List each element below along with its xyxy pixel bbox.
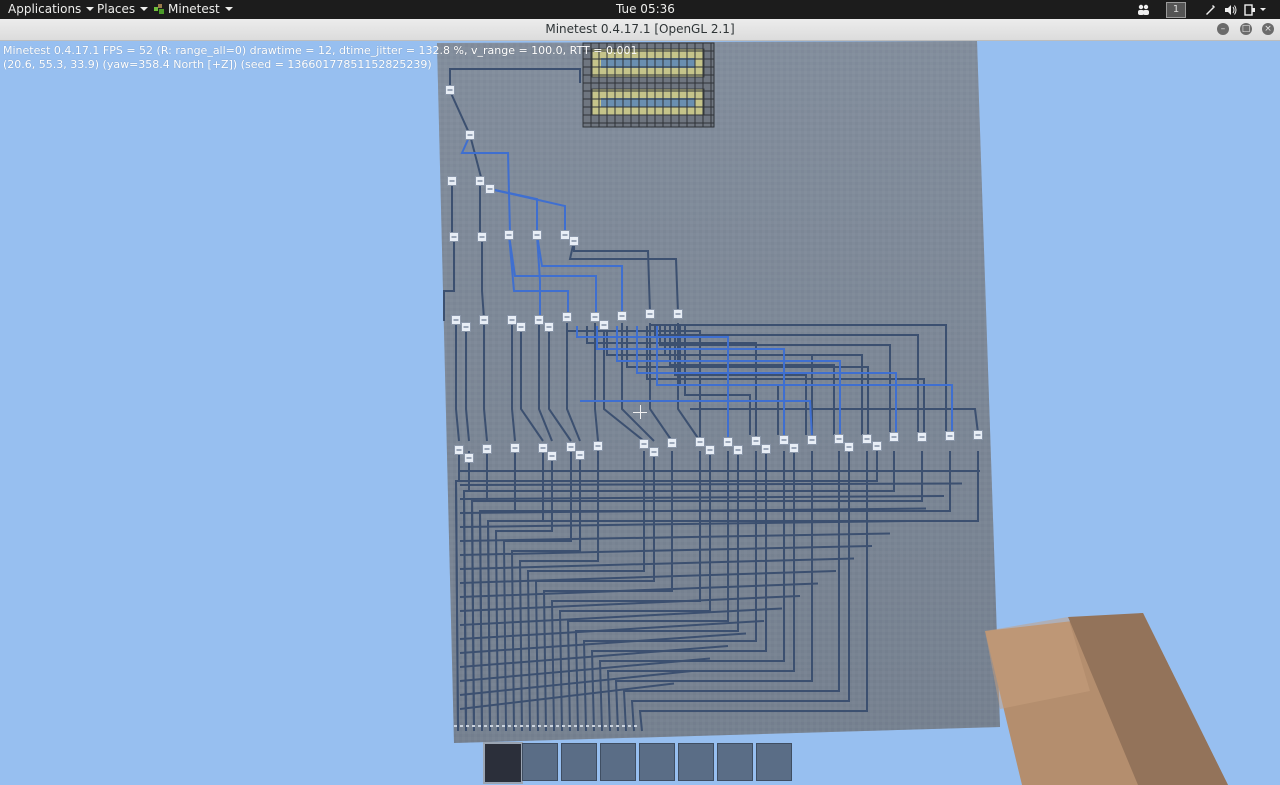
workspace-indicator[interactable]: 1	[1166, 2, 1186, 18]
clock-label: Tue 05:36	[616, 2, 675, 16]
workspace-number: 1	[1172, 4, 1180, 15]
crosshair-icon	[640, 405, 641, 419]
minetest-app-label: Minetest	[168, 2, 220, 16]
places-label: Places	[97, 2, 136, 16]
chevron-down-icon	[140, 7, 149, 11]
clock[interactable]: Tue 05:36	[616, 0, 675, 19]
hotbar-slot[interactable]	[717, 743, 753, 781]
applications-label: Applications	[8, 2, 82, 16]
minimize-icon[interactable]: –	[1217, 23, 1229, 35]
hotbar-slot[interactable]	[600, 743, 636, 781]
top-panel: Applications Places Minetest Tue 05:36 1	[0, 0, 1280, 19]
minetest-app-menu[interactable]: Minetest	[154, 0, 233, 19]
debug-info: Minetest 0.4.17.1 FPS = 52 (R: range_all…	[3, 44, 637, 72]
close-icon[interactable]: ×	[1262, 23, 1274, 35]
places-menu[interactable]: Places	[97, 0, 149, 19]
chevron-down-icon	[86, 7, 95, 11]
hotbar-slot[interactable]	[639, 743, 675, 781]
minetest-app-icon	[154, 1, 164, 14]
debug-line-2: (20.6, 55.3, 33.9) (yaw=358.4 North [+Z]…	[3, 58, 432, 71]
hotbar-slot[interactable]	[678, 743, 714, 781]
maximize-icon[interactable]: □	[1240, 23, 1252, 35]
applications-menu[interactable]: Applications	[8, 0, 95, 19]
window-titlebar[interactable]: Minetest 0.4.17.1 [OpenGL 2.1] – □ ×	[0, 19, 1280, 41]
player-hand	[985, 613, 1228, 785]
game-viewport[interactable]: Minetest 0.4.17.1 FPS = 52 (R: range_all…	[0, 41, 1280, 785]
chevron-down-icon	[224, 7, 233, 11]
window-title: Minetest 0.4.17.1 [OpenGL 2.1]	[545, 22, 735, 36]
hotbar-slot[interactable]	[756, 743, 792, 781]
debug-line-1: Minetest 0.4.17.1 FPS = 52 (R: range_all…	[3, 44, 638, 57]
hotbar-slot[interactable]	[483, 742, 523, 784]
hotbar-slot[interactable]	[522, 743, 558, 781]
hotbar-slot[interactable]	[561, 743, 597, 781]
